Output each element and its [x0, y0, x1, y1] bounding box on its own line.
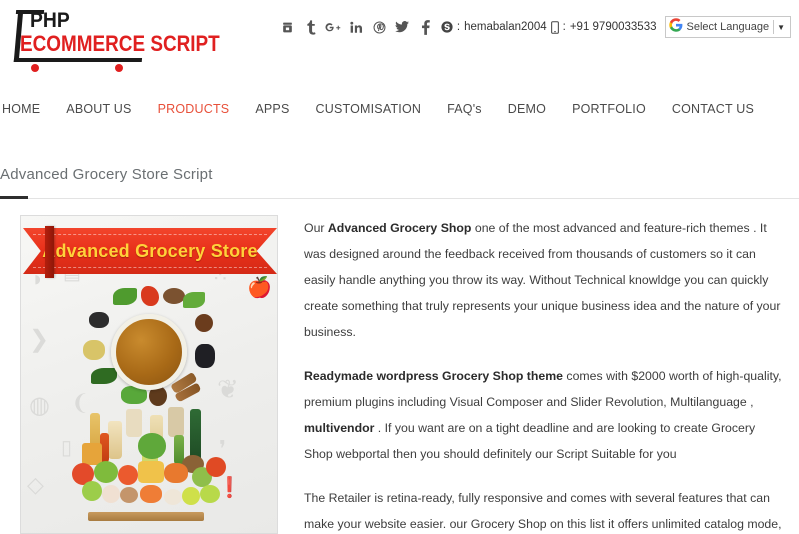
p3-text-a: The Retailer is retina-ready, fully resp… — [304, 491, 782, 531]
grocery-onion — [120, 487, 138, 503]
spice-powder-bowl — [111, 314, 187, 390]
spices-composition — [83, 286, 215, 418]
paragraph-3: The Retailer is retina-ready, fully resp… — [304, 485, 782, 534]
grocery-cutting-board — [88, 512, 204, 521]
page-title: Advanced Grocery Store Script — [0, 166, 213, 183]
phone-value: +91 9790033533 — [569, 21, 657, 33]
ribbon-banner: Advanced Grocery Store — [21, 226, 277, 278]
chevron-down-icon[interactable]: ▼ — [774, 23, 788, 32]
spice-leaf-1 — [113, 288, 137, 305]
spice-pepper — [89, 312, 109, 328]
phone-label: : — [562, 21, 566, 33]
page-root: PHP ECOMMERCE SCRIPT: hemabalan2004: +… — [0, 0, 799, 534]
bg-wheat-icon: ❦ — [217, 374, 239, 404]
grocery-grapes-green — [200, 485, 220, 503]
paragraph-2: Readymade wordpress Grocery Shop theme c… — [304, 363, 782, 467]
nav-item-demo[interactable]: DEMO — [495, 102, 559, 116]
p1-text-b: one of the most advanced and feature-ric… — [304, 221, 781, 339]
logo-text-php: PHP — [30, 9, 70, 32]
tumblr-icon[interactable] — [299, 16, 322, 38]
grocery-cheese — [138, 461, 164, 483]
nav-item-faqs[interactable]: FAQ's — [434, 102, 495, 116]
grocery-composition — [64, 405, 234, 527]
title-divider — [0, 198, 799, 199]
spice-black-seeds — [195, 344, 215, 368]
social-contact-row: : hemabalan2004 : +91 9790033533 Select … — [276, 15, 791, 39]
spice-chili-1 — [141, 286, 159, 306]
spice-nutmeg — [163, 288, 185, 304]
google-plus-icon[interactable] — [322, 16, 345, 38]
p1-bold-advanced-grocery-shop: Advanced Grocery Shop — [327, 221, 472, 235]
grocery-green-pepper — [94, 461, 118, 483]
site-logo[interactable]: PHP ECOMMERCE SCRIPT — [8, 4, 220, 72]
nav-item-products[interactable]: PRODUCTS — [145, 102, 243, 116]
ribbon-label: Advanced Grocery Store — [42, 240, 258, 261]
facebook-icon[interactable] — [414, 16, 437, 38]
spice-leaf-3 — [91, 368, 117, 384]
bg-apple-icon: 🍎 — [247, 277, 272, 299]
main-navigation: HOME ABOUT US PRODUCTS APPS CUSTOMISATIO… — [0, 96, 799, 122]
grocery-bag — [126, 409, 142, 437]
skype-value: hemabalan2004 — [464, 21, 547, 33]
bg-radish-icon: ◇ — [27, 472, 44, 497]
nav-item-about-us[interactable]: ABOUT US — [53, 102, 144, 116]
mobile-phone-icon — [550, 20, 559, 34]
ribbon-fold — [45, 226, 54, 278]
grocery-garlic-1 — [102, 485, 120, 503]
content-area: ◗ ▤ ⁙ 🍎 ❯ ◍ ❨ ❦ ▯ ◇ ❜ ❗ Advanced Grocery… — [0, 215, 799, 534]
title-divider-accent — [0, 196, 28, 199]
linkedin-icon[interactable] — [345, 16, 368, 38]
spice-leaf-2 — [183, 292, 205, 308]
grocery-lime — [182, 487, 200, 505]
description-column: Our Advanced Grocery Shop one of the mos… — [304, 215, 782, 534]
product-banner-image: ◗ ▤ ⁙ 🍎 ❯ ◍ ❨ ❦ ▯ ◇ ❜ ❗ Advanced Grocery… — [20, 215, 278, 534]
paragraph-1: Our Advanced Grocery Shop one of the mos… — [304, 215, 782, 345]
nav-item-contact-us[interactable]: CONTACT US — [659, 102, 767, 116]
pinterest-icon[interactable] — [368, 16, 391, 38]
grocery-garlic-2 — [164, 489, 182, 505]
google-logo-icon — [668, 18, 683, 36]
bg-carrot-icon: ❯ — [29, 326, 50, 353]
nav-item-customisation[interactable]: CUSTOMISATION — [302, 102, 434, 116]
nav-item-apps[interactable]: APPS — [242, 102, 302, 116]
grocery-sack — [168, 407, 184, 437]
skype-label: : — [456, 21, 461, 33]
logo-wheel-left — [31, 64, 39, 72]
p1-text-a: Our — [304, 221, 328, 235]
grocery-jar-1 — [108, 421, 122, 459]
grocery-sausage — [164, 463, 188, 483]
translate-label: Select Language — [686, 21, 770, 33]
ribbon-shape: Advanced Grocery Store — [23, 228, 277, 274]
top-bar: PHP ECOMMERCE SCRIPT: hemabalan2004: +… — [0, 0, 799, 72]
spice-lentils — [83, 340, 105, 360]
grocery-tomato-3 — [206, 457, 226, 477]
grocery-pepper-green — [82, 481, 102, 501]
google-translate-selector[interactable]: Select Language ▼ — [664, 16, 791, 38]
grocery-sausage-2 — [140, 485, 162, 503]
grocery-lettuce — [138, 433, 166, 459]
bg-pizza-icon: ◍ — [29, 392, 50, 419]
twitter-icon[interactable] — [391, 16, 414, 38]
nav-item-portfolio[interactable]: PORTFOLIO — [559, 102, 659, 116]
skype-icon — [441, 21, 453, 33]
nav-item-home[interactable]: HOME — [0, 102, 53, 116]
phone-contact[interactable]: : +91 9790033533 — [550, 20, 657, 34]
spice-star-anise — [195, 314, 213, 332]
logo-text-ecommerce-script: ECOMMERCE SCRIPT — [20, 31, 220, 56]
p2-bold-readymade-theme: Readymade wordpress Grocery Shop theme — [304, 369, 564, 383]
p2-bold-multivendor: multivendor — [304, 421, 375, 435]
logo-wheel-right — [115, 64, 123, 72]
youtube-icon[interactable] — [276, 16, 299, 38]
skype-contact[interactable]: : hemabalan2004 — [441, 21, 547, 33]
grocery-tomato-2 — [118, 465, 138, 485]
